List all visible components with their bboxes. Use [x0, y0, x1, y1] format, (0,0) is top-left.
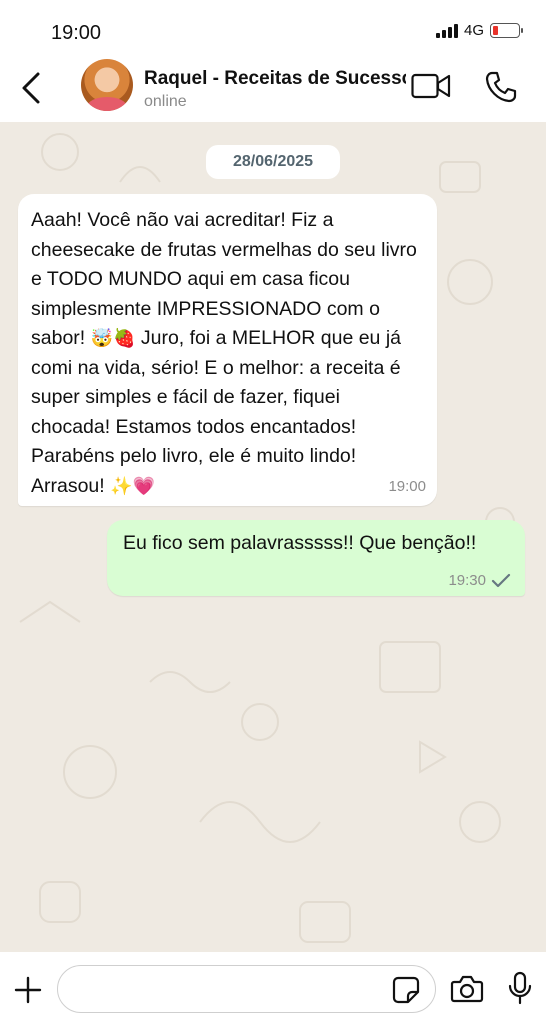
battery-icon	[490, 23, 523, 38]
signal-icon	[435, 23, 458, 38]
incoming-message[interactable]: Aaah! Você não vai acreditar! Fiz a chee…	[18, 194, 437, 506]
message-composer	[0, 952, 546, 1024]
chat-area[interactable]: 28/06/2025 Aaah! Você não vai acreditar!…	[0, 122, 546, 952]
attach-button[interactable]	[12, 974, 44, 1006]
contact-name[interactable]: Raquel - Receitas de Sucesso	[144, 68, 406, 90]
microphone-icon	[508, 971, 532, 1005]
contact-status: online	[144, 93, 187, 110]
status-time: 19:00	[51, 22, 102, 44]
camera-icon	[450, 975, 484, 1003]
message-text: Eu fico sem palavrasssss!! Que benção!!	[123, 532, 477, 554]
camera-button[interactable]	[450, 974, 484, 1004]
video-call-button[interactable]	[411, 72, 451, 100]
phone-icon	[485, 71, 517, 103]
message-meta: 19:30	[448, 572, 511, 589]
sticker-button[interactable]	[392, 976, 420, 1004]
status-indicators: 4G	[435, 22, 523, 39]
sticker-icon	[392, 976, 420, 1004]
chat-header: Raquel - Receitas de Sucesso online	[0, 56, 546, 122]
back-button[interactable]	[16, 66, 50, 110]
back-arrow-icon	[22, 72, 40, 104]
message-text: Aaah! Você não vai acreditar! Fiz a chee…	[31, 209, 417, 497]
plus-icon	[14, 976, 42, 1004]
microphone-button[interactable]	[507, 971, 533, 1005]
outgoing-message[interactable]: Eu fico sem palavrasssss!! Que benção!! …	[107, 520, 525, 596]
network-type: 4G	[463, 22, 484, 39]
emoji: 🤯🍓	[90, 328, 136, 349]
date-separator: 28/06/2025	[206, 145, 340, 179]
avatar[interactable]	[81, 59, 133, 111]
voice-call-button[interactable]	[484, 70, 518, 104]
message-time: 19:30	[448, 572, 486, 589]
emoji: ✨💗	[110, 475, 155, 497]
single-check-icon	[491, 573, 511, 587]
message-time: 19:00	[388, 478, 426, 495]
message-input[interactable]	[57, 965, 436, 1013]
video-camera-icon	[411, 73, 451, 99]
status-bar: 19:00 4G	[0, 0, 546, 56]
